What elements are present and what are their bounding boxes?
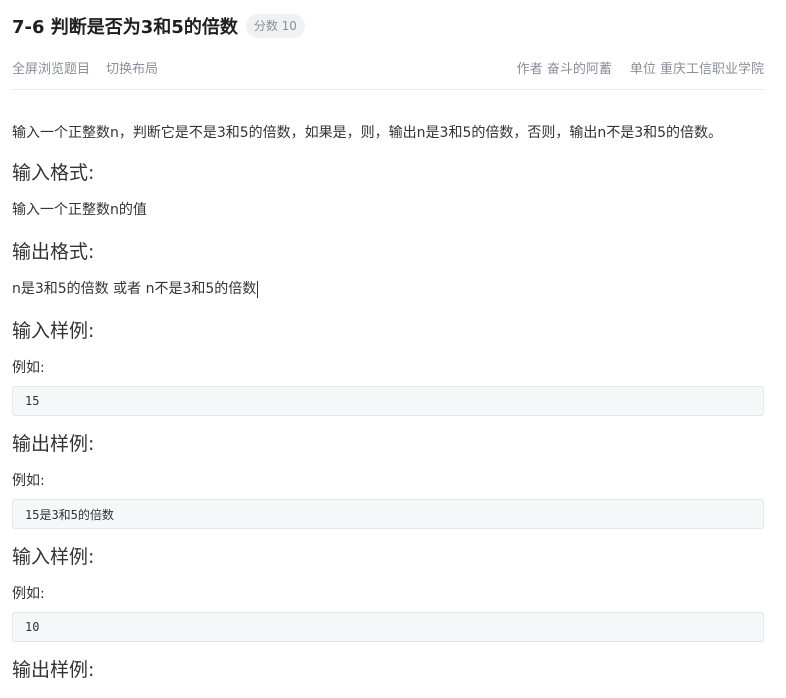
problem-title: 7-6 判断是否为3和5的倍数 — [12, 17, 238, 38]
sample-output-2-heading: 输出样例: — [12, 659, 95, 681]
sample-input-1-code[interactable]: 15 — [12, 386, 764, 416]
output-format-text: n是3和5的倍数 或者 n不是3和5的倍数 — [12, 281, 257, 297]
unit-label: 单位 — [629, 61, 656, 77]
sample-input-2-heading: 输入样例: — [12, 546, 95, 568]
meta-row: 全屏浏览题目 切换布局 作者 奋斗的阿蓄 单位 重庆工信职业学院 — [12, 52, 764, 82]
header-divider — [12, 89, 764, 90]
sample-input-1-heading: 输入样例: — [12, 320, 95, 342]
unit-info: 单位 重庆工信职业学院 — [630, 58, 764, 77]
problem-content: 7-6 判断是否为3和5的倍数 分数 10 全屏浏览题目 切换布局 作者 奋斗的阿… — [12, 0, 764, 683]
sample-output-1-intro: 例如: — [12, 473, 45, 489]
sample-input-1-intro: 例如: — [12, 360, 45, 376]
score-badge: 分数 10 — [245, 14, 305, 38]
sample-input-2-intro: 例如: — [12, 586, 45, 602]
problem-meta: 作者 奋斗的阿蓄 单位 重庆工信职业学院 — [499, 58, 764, 77]
problem-page: 7-6 判断是否为3和5的倍数 分数 10 全屏浏览题目 切换布局 作者 奋斗的阿… — [0, 0, 786, 698]
input-format-text: 输入一个正整数n的值 — [12, 202, 147, 218]
problem-description: 输入一个正整数n，判断它是不是3和5的倍数，如果是，则，输出n是3和5的倍数，否… — [12, 125, 723, 141]
sample-input-2-code[interactable]: 10 — [12, 612, 764, 642]
author-label: 作者 — [516, 61, 543, 77]
switch-layout-link[interactable]: 切换布局 — [106, 58, 158, 77]
sample-output-1-code[interactable]: 15是3和5的倍数 — [12, 499, 764, 529]
text-cursor — [257, 280, 259, 298]
author-info: 作者 奋斗的阿蓄 — [517, 58, 612, 77]
author-name: 奋斗的阿蓄 — [546, 61, 612, 77]
sample-output-1-heading: 输出样例: — [12, 433, 95, 455]
sample-input-1-value: 15 — [25, 394, 40, 408]
title-row: 7-6 判断是否为3和5的倍数 分数 10 — [12, 1, 764, 51]
output-format-heading: 输出格式: — [12, 241, 95, 263]
view-options: 全屏浏览题目 切换布局 — [12, 58, 174, 77]
output-format-block: n是3和5的倍数 或者 n不是3和5的倍数 — [12, 279, 764, 299]
sample-output-1-value: 15是3和5的倍数 — [25, 507, 114, 522]
fullscreen-link[interactable]: 全屏浏览题目 — [12, 58, 90, 77]
input-format-heading: 输入格式: — [12, 162, 95, 184]
unit-name: 重庆工信职业学院 — [659, 61, 764, 77]
sample-input-2-value: 10 — [25, 620, 40, 634]
